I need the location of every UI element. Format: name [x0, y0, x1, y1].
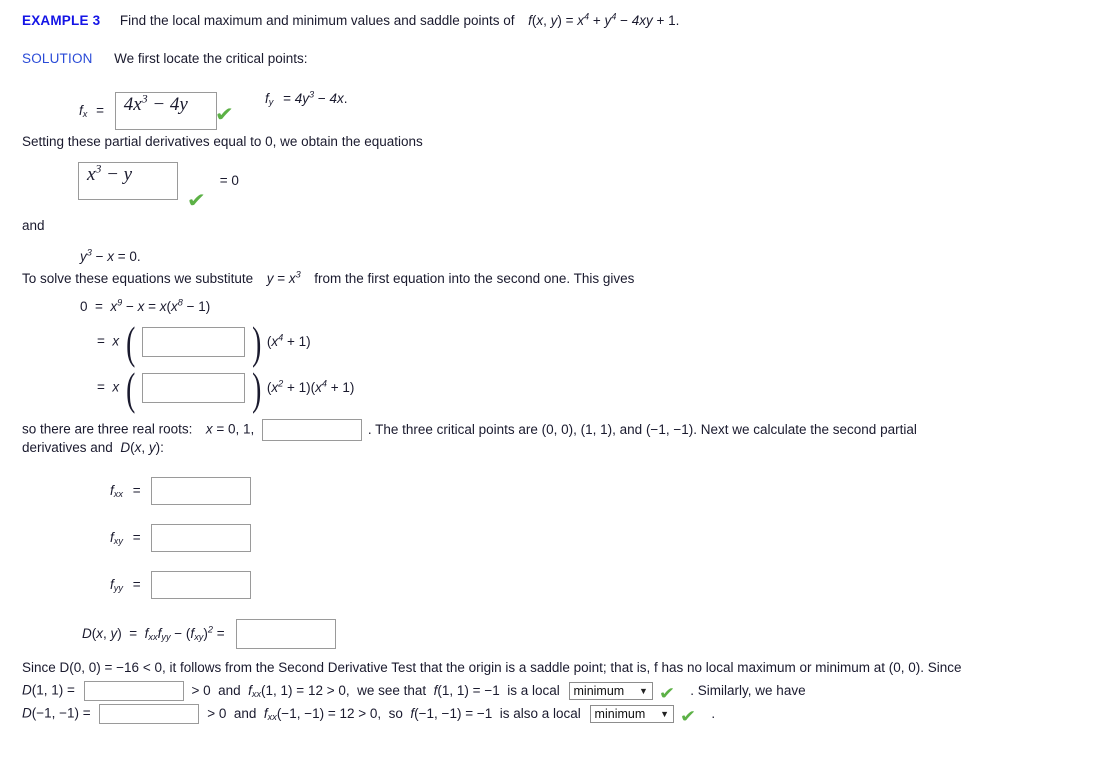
- factor-line-2: = x ( ) (x2 + 1)(x4 + 1): [97, 363, 355, 414]
- fx-equals-sign: =: [96, 102, 105, 118]
- fy-expression: = 4y3 − 4x.: [283, 89, 348, 106]
- fyy-row: fyy =: [110, 571, 252, 599]
- fx-answer-value: 4x3 − 4y: [123, 92, 188, 115]
- roots-line-row: so there are three real roots: x = 0, 1,…: [22, 419, 917, 441]
- substitute-text-post: from the first equation into the second …: [314, 271, 635, 286]
- line3-correct-check-icon: ✔: [680, 706, 697, 727]
- roots-text-pre: so there are three real roots:: [22, 421, 193, 437]
- factor-line-2-prefix: = x: [97, 379, 120, 395]
- substitute-text-pre: To solve these equations we substitute: [22, 271, 254, 286]
- fxy-row: fxy =: [110, 524, 252, 552]
- eq1-answer-value: x3 − y: [87, 162, 133, 185]
- dm1m1-label: D(−1, −1) =: [22, 705, 91, 721]
- factor-line-1: = x ( ) (x4 + 1): [97, 317, 311, 368]
- fx-correct-check-icon: ✔: [214, 102, 235, 126]
- d11-label: D(1, 1) =: [22, 682, 75, 698]
- roots-line2-text: derivatives and D(x, y):: [22, 440, 164, 455]
- chevron-down-icon: ▼: [660, 709, 669, 719]
- fyy-label: fyy: [110, 576, 123, 593]
- substitute-instruction-row: To solve these equations we substitute y…: [22, 269, 635, 286]
- d11-answer-input[interactable]: [83, 681, 184, 701]
- factor-line-2-suffix: (x2 + 1)(x4 + 1): [266, 378, 355, 395]
- local-type-select-2-value: minimum: [594, 707, 646, 721]
- fxx-label: fxx: [110, 482, 123, 499]
- example-label: EXAMPLE 3: [22, 13, 101, 28]
- local-type-select-2[interactable]: minimum ▼: [589, 705, 674, 723]
- line2-correct-check-icon: ✔: [659, 683, 676, 704]
- fxx-equals-sign: =: [132, 482, 141, 498]
- factor-line-2-input[interactable]: [142, 373, 245, 403]
- dm1m1-answer-input[interactable]: [99, 704, 200, 724]
- fy-label: fy: [265, 91, 274, 108]
- fx-label: fx: [79, 102, 88, 119]
- discriminant-answer-input[interactable]: [236, 619, 337, 649]
- fxx-row: fxx =: [110, 477, 252, 505]
- factor-line-1-prefix: = x: [97, 333, 120, 349]
- third-root-input[interactable]: [262, 419, 363, 441]
- dm1m1-inequality-text: > 0 and fxx(−1, −1) = 12 > 0, so f(−1, −…: [207, 705, 581, 722]
- fy-row: fy = 4y3 − 4x.: [265, 89, 348, 108]
- conclusion-line-2-post: . Similarly, we have: [690, 682, 806, 698]
- local-type-select-1[interactable]: minimum ▼: [568, 682, 653, 700]
- factor-line-1-suffix: (x4 + 1): [266, 332, 311, 349]
- d11-inequality-text: > 0 and fxx(1, 1) = 12 > 0, we see that …: [191, 682, 560, 699]
- fx-answer-row: fx = 4x3 − 4y: [79, 92, 217, 130]
- fxy-label: fxy: [110, 529, 123, 546]
- solution-heading-row: SOLUTION We first locate the critical po…: [22, 52, 307, 66]
- substitute-math: y = x3: [266, 269, 301, 286]
- setting-partials-text: Setting these partial derivatives equal …: [22, 134, 423, 149]
- eq1-correct-check-icon: ✔: [186, 188, 207, 212]
- exercise-page: EXAMPLE 3 Find the local maximum and min…: [0, 0, 1115, 763]
- solution-intro-text: We first locate the critical points:: [114, 51, 308, 66]
- discriminant-row: D(x, y) = fxxfyy − (fxy)2 =: [82, 619, 337, 649]
- fyy-answer-input[interactable]: [151, 571, 252, 599]
- conclusion-line-3-post: .: [711, 705, 716, 721]
- and-connector-label: and: [22, 218, 45, 233]
- factor-line-0: 0 = x9 − x = x(x8 − 1): [80, 297, 211, 314]
- eq1-answer-row: x3 − y = 0: [78, 162, 239, 200]
- conclusion-line-3: D(−1, −1) = > 0 and fxx(−1, −1) = 12 > 0…: [22, 704, 716, 727]
- chevron-down-icon: ▼: [639, 686, 648, 696]
- solution-label: SOLUTION: [22, 51, 93, 66]
- fyy-equals-sign: =: [132, 576, 141, 592]
- roots-known-values: x = 0, 1,: [205, 421, 255, 437]
- factor-line-1-input[interactable]: [142, 327, 245, 357]
- example-function-definition: f(x, y) = x4 + y4 − 4xy + 1.: [528, 11, 680, 28]
- eq1-answer-input[interactable]: x3 − y: [78, 162, 178, 200]
- example-heading-row: EXAMPLE 3 Find the local maximum and min…: [22, 11, 680, 28]
- fxx-answer-input[interactable]: [151, 477, 252, 505]
- conclusion-line-1: Since D(0, 0) = −16 < 0, it follows from…: [22, 660, 962, 675]
- roots-text-post: . The three critical points are (0, 0), …: [367, 421, 917, 437]
- conclusion-line-2: D(1, 1) = > 0 and fxx(1, 1) = 12 > 0, we…: [22, 681, 806, 704]
- fxy-equals-sign: =: [132, 529, 141, 545]
- eq1-equals-zero: = 0: [219, 172, 239, 188]
- example-prompt-text: Find the local maximum and minimum value…: [119, 13, 515, 28]
- local-type-select-1-value: minimum: [573, 684, 625, 698]
- fxy-answer-input[interactable]: [151, 524, 252, 552]
- eq2-expression: y3 − x = 0.: [80, 247, 141, 264]
- fx-answer-input[interactable]: 4x3 − 4y: [114, 92, 217, 130]
- roots-line2-row: derivatives and D(x, y):: [22, 441, 164, 455]
- discriminant-formula: D(x, y) = fxxfyy − (fxy)2 =: [82, 624, 225, 642]
